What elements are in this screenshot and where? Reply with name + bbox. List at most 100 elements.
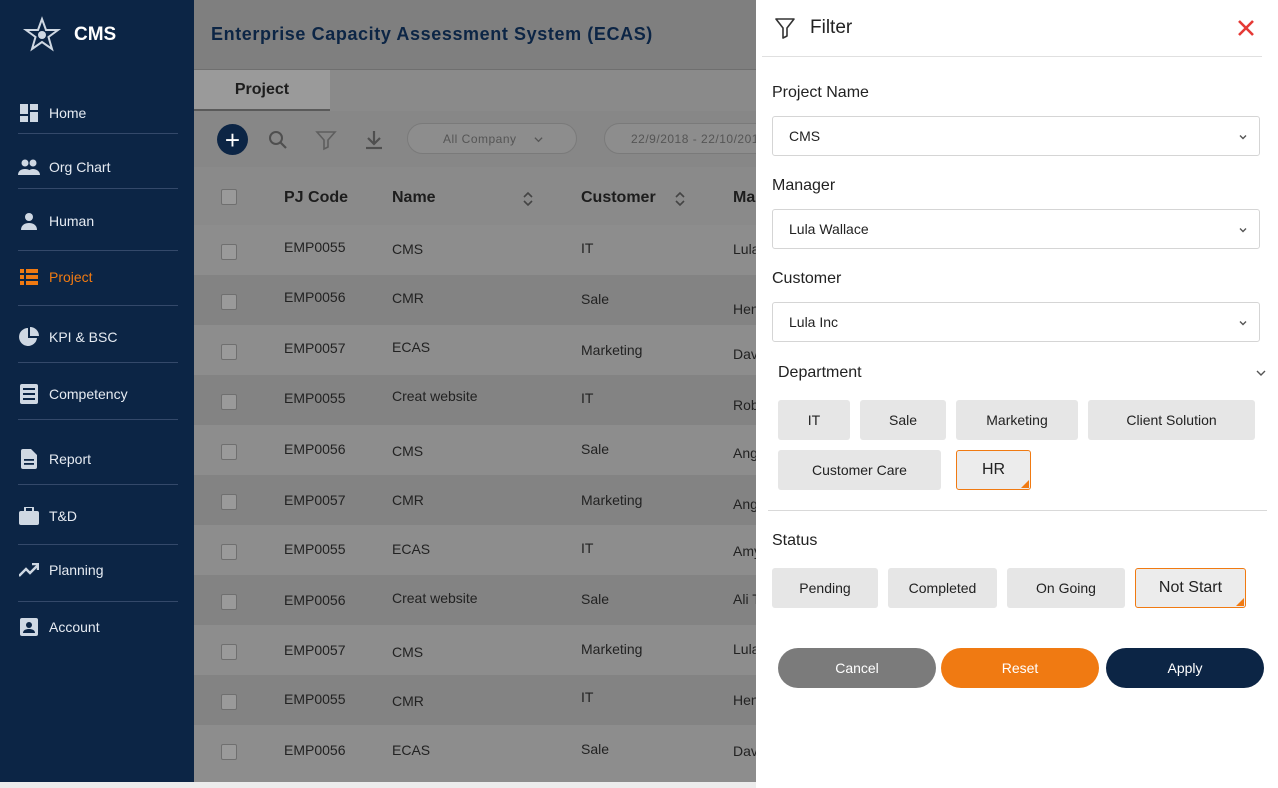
row-checkbox[interactable] [221,244,237,260]
cell-pj-code: EMP0056 [284,441,346,457]
column-header-name[interactable]: Name [392,189,436,207]
cell-pj-code: EMP0057 [284,340,346,356]
company-select[interactable]: All Company [407,123,577,154]
divider [18,250,178,251]
date-range-picker[interactable]: 22/9/2018 - 22/10/2018 [604,123,756,154]
table-row[interactable]: EMP0055 ECAS IT Amy [194,525,756,575]
row-checkbox[interactable] [221,344,237,360]
sidebar-item-org-chart[interactable]: Org Chart [0,155,194,179]
add-button[interactable]: + [217,124,248,155]
sidebar-item-competency[interactable]: Competency [0,382,194,406]
divider [768,510,1267,511]
table-row[interactable]: EMP0057 CMS Marketing Lula [194,625,756,675]
table-row[interactable]: EMP0057 ECAS Marketing David [194,325,756,375]
cell-name: CMS [392,644,424,660]
sidebar-item-planning[interactable]: Planning [0,558,194,582]
list-icon [18,266,40,288]
brand[interactable]: CMS [22,16,116,54]
department-chip-client-solution[interactable]: Client Solution [1088,400,1255,440]
tab-project[interactable]: Project [194,70,330,111]
divider [18,601,178,602]
reset-button[interactable]: Reset [941,648,1099,688]
cell-customer: IT [581,540,594,556]
download-icon[interactable] [363,129,385,151]
table-row[interactable]: EMP0056 CMS Sale Angela [194,425,756,475]
select-all-checkbox[interactable] [221,189,237,205]
row-checkbox[interactable] [221,294,237,310]
department-chip-marketing[interactable]: Marketing [956,400,1078,440]
brand-name: CMS [74,24,117,45]
sidebar-item-human[interactable]: Human [0,209,194,233]
row-checkbox[interactable] [221,494,237,510]
search-icon[interactable] [267,129,289,151]
department-chip-customer-care[interactable]: Customer Care [778,450,941,490]
row-checkbox[interactable] [221,594,237,610]
divider [18,133,178,134]
project-name-select[interactable]: CMS [772,116,1260,156]
table-row[interactable]: EMP0055 CMR IT Henry [194,675,756,725]
filter-panel-header: Filter [762,0,1262,57]
department-chip-hr[interactable]: HR [956,450,1031,490]
row-checkbox[interactable] [221,544,237,560]
manager-label: Manager [772,177,836,194]
cell-manager: Henry [733,301,756,317]
table-row[interactable]: EMP0057 CMR Marketing Angel [194,475,756,525]
sidebar-item-label: Report [49,451,92,467]
cancel-button[interactable]: Cancel [778,648,936,688]
close-icon[interactable] [1236,18,1256,38]
cell-name: CMS [392,443,424,459]
cell-name: CMR [392,290,424,306]
customer-select[interactable]: Lula Inc [772,302,1260,342]
selected-corner-mark [1021,480,1029,488]
column-header-customer[interactable]: Customer [581,189,656,207]
cell-manager: Robert [733,397,756,413]
status-chip-completed[interactable]: Completed [888,568,997,608]
row-checkbox[interactable] [221,394,237,410]
status-chip-pending[interactable]: Pending [772,568,878,608]
bottom-strip [0,782,756,788]
table-row[interactable]: EMP0055 CMS IT Lula Wallace [194,225,756,275]
sidebar-item-project[interactable]: Project [0,265,194,289]
cell-name: ECAS [392,339,431,355]
status-chip-on-going[interactable]: On Going [1007,568,1125,608]
cell-pj-code: EMP0055 [284,390,346,406]
date-range-value: 22/9/2018 - 22/10/2018 [631,131,756,146]
sort-icon[interactable] [522,191,534,207]
cell-name: CMS [392,241,424,257]
sort-icon[interactable] [674,191,686,207]
column-header-pj-code[interactable]: PJ Code [284,189,348,207]
cell-name: CMR [392,492,424,508]
cell-customer: IT [581,390,594,406]
department-label[interactable]: Department [778,364,862,382]
row-checkbox[interactable] [221,644,237,660]
person-icon [18,210,40,232]
chip-label: Not Start [1158,579,1223,596]
status-chip-not-start[interactable]: Not Start [1135,568,1246,608]
manager-select[interactable]: Lula Wallace [772,209,1260,249]
apply-button[interactable]: Apply [1106,648,1264,688]
chevron-down-icon[interactable] [1255,367,1267,379]
sidebar-item-label: Competency [49,386,128,402]
table-row[interactable]: EMP0056 ECAS Sale David [194,725,756,775]
column-header-manager[interactable]: Manager [733,189,756,207]
row-checkbox[interactable] [221,744,237,760]
sidebar-item-report[interactable]: Report [0,447,194,471]
table-row[interactable]: EMP0055 Creat website IT Robert [194,375,756,425]
department-chip-sale[interactable]: Sale [860,400,946,440]
main-content: Enterprise Capacity Assessment System (E… [194,0,756,782]
row-checkbox[interactable] [221,444,237,460]
cell-pj-code: EMP0056 [284,742,346,758]
filter-panel: Filter Project Name CMS Manager Lula Wal… [756,0,1278,788]
department-chip-it[interactable]: IT [778,400,850,440]
people-icon [18,156,40,178]
table-row[interactable]: EMP0056 Creat website Sale Ali T [194,575,756,625]
sidebar-item-account[interactable]: Account [0,615,194,639]
cell-customer: Sale [581,741,610,757]
row-checkbox[interactable] [221,694,237,710]
sidebar-item-home[interactable]: Home [0,101,194,125]
cell-name: ECAS [392,742,431,758]
filter-icon[interactable] [315,129,337,151]
sidebar-item-t-and-d[interactable]: T&D [0,504,194,528]
table-row[interactable]: EMP0056 CMR Sale Henry [194,275,756,325]
sidebar-item-kpi-bsc[interactable]: KPI & BSC [0,325,194,349]
